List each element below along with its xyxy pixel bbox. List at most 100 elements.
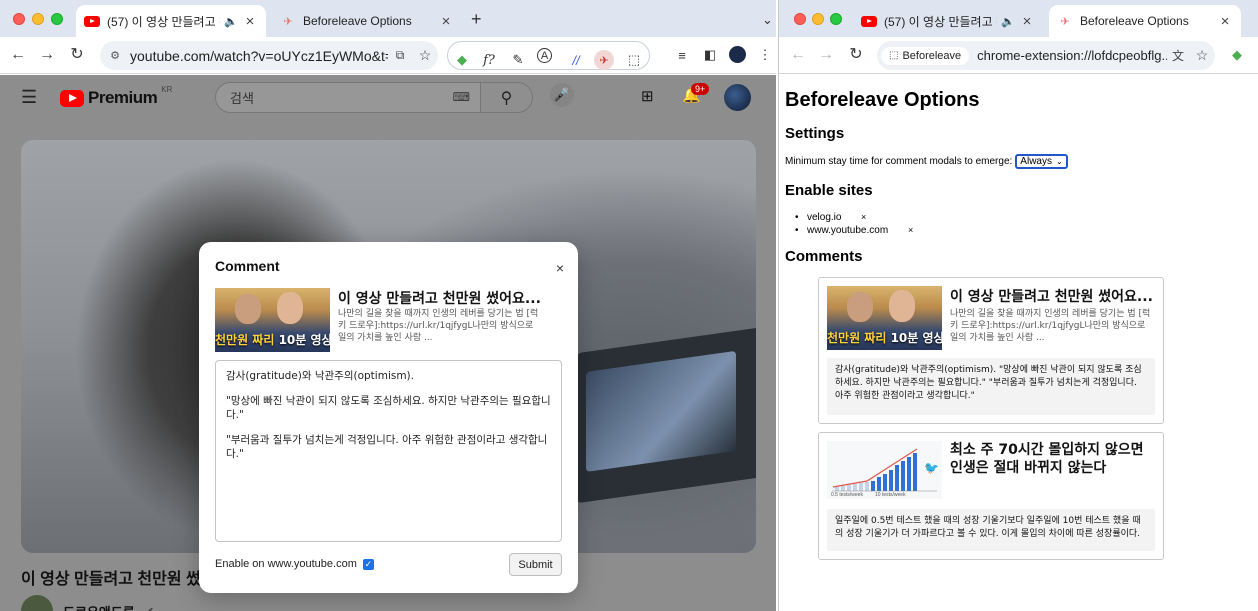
submit-button[interactable]: Submit xyxy=(509,553,562,576)
channel-name[interactable]: 드로우앤드류 xyxy=(63,602,135,611)
comment-card: 0.5 tests/week 10 tests/week 🐦 최소 주 70시간… xyxy=(818,432,1164,560)
minimize-window-button[interactable] xyxy=(812,13,824,25)
card-comment-text: 일주일에 0.5번 테스트 했을 때의 성장 기울기보다 일주일에 10번 테스… xyxy=(827,509,1155,551)
enable-sites-heading: Enable sites xyxy=(785,182,873,199)
modal-close-icon[interactable]: × xyxy=(556,260,564,276)
create-video-icon[interactable]: ⊞ xyxy=(641,87,654,105)
video-thumbnail: 천만원 짜리 10분 영상 xyxy=(827,286,942,350)
minimize-window-button[interactable] xyxy=(32,13,44,25)
youtube-favicon-icon xyxy=(84,13,100,29)
chevron-down-icon: ⌄ xyxy=(1055,157,1063,166)
chart-label-high: 10 tests/week xyxy=(875,492,906,498)
browser-toolbar: ← → ↻ ⬚ Beforeleave chrome-extension://l… xyxy=(779,37,1258,74)
youtube-browser-window: (57) 이 영상 만들려고 천만원 🔈 × ✈ Beforeleave Opt… xyxy=(0,0,776,611)
modal-video-title: 이 영상 만들려고 천만원 썼어요... xyxy=(338,291,541,307)
puzzle-icon: ⬚ xyxy=(889,50,899,61)
modal-title: Comment xyxy=(215,258,280,274)
extension-a-icon[interactable]: ◆ xyxy=(1227,45,1247,65)
remove-site-icon[interactable]: × xyxy=(861,211,866,224)
address-bar[interactable]: ⚙ youtube.com/watch?v=oUYcz1EyWMo&t=718s… xyxy=(100,41,438,70)
tab-search-chevron-icon[interactable]: ⌄ xyxy=(762,12,773,28)
forward-icon[interactable]: → xyxy=(816,45,836,65)
comment-line: 감사(gratitude)와 낙관주의(optimism). xyxy=(226,370,414,382)
speaker-icon[interactable]: 🔈 xyxy=(224,15,238,28)
tab-title: (57) 이 영상 만들려고 천만원 xyxy=(107,14,220,29)
youtube-play-logo-icon xyxy=(60,89,84,107)
close-tab-icon[interactable]: × xyxy=(242,13,258,30)
beforeleave-extension-icon[interactable]: ✈ xyxy=(594,50,614,70)
options-page: Beforeleave Options Settings Minimum sta… xyxy=(779,75,1258,611)
modal-video-description: 나만의 길을 찾을 때까지 인생의 레버를 당기는 법 [럭키 드로우]:htt… xyxy=(338,309,539,343)
side-panel-icon[interactable]: ◧ xyxy=(700,45,720,65)
close-window-button[interactable] xyxy=(13,13,25,25)
channel-avatar[interactable] xyxy=(21,595,53,611)
formula-extension-icon[interactable]: f? xyxy=(479,50,499,70)
enable-site-row: Enable on www.youtube.com ✓ xyxy=(215,558,374,570)
enable-site-checkbox[interactable]: ✓ xyxy=(362,558,374,570)
close-tab-icon[interactable]: × xyxy=(1217,13,1233,30)
back-icon[interactable]: ← xyxy=(788,45,808,65)
site-chip-label: Beforeleave xyxy=(902,49,962,62)
extension-a-icon[interactable]: ◆ xyxy=(452,50,472,70)
zoom-window-button[interactable] xyxy=(830,13,842,25)
tab-beforeleave-options[interactable]: ✈ Beforeleave Options × xyxy=(1049,5,1241,37)
video-thumbnail: 천만원 짜리 10분 영상 xyxy=(215,288,330,352)
youtube-logo[interactable]: Premium KR xyxy=(60,85,172,108)
profile-avatar[interactable] xyxy=(729,46,746,63)
hamburger-menu-icon[interactable]: ☰ xyxy=(21,87,37,108)
close-tab-icon[interactable]: × xyxy=(438,13,454,30)
forward-icon[interactable]: → xyxy=(37,45,57,65)
site-info-icon[interactable]: ⚙ xyxy=(100,49,130,62)
address-bar[interactable]: ⬚ Beforeleave chrome-extension://lofdcpe… xyxy=(877,41,1215,70)
eyedropper-icon[interactable]: ✎ xyxy=(508,50,528,70)
extensions-puzzle-icon[interactable]: ⬚ xyxy=(624,50,644,70)
video-frame-monitor xyxy=(576,326,756,504)
reload-icon[interactable]: ↻ xyxy=(67,45,87,65)
bookmark-star-icon[interactable]: ☆ xyxy=(1189,47,1215,64)
back-icon[interactable]: ← xyxy=(8,45,28,65)
tab-strip: (57) 이 영상 만들려고 천만원 🔈 × ✈ Beforeleave Opt… xyxy=(779,0,1258,37)
browser-menu-icon[interactable]: ⋮ xyxy=(755,45,775,65)
close-window-button[interactable] xyxy=(794,13,806,25)
youtube-search-input[interactable]: 검색 ⌨ xyxy=(215,82,481,113)
voice-search-mic-icon[interactable]: 🎤 xyxy=(550,83,574,107)
site-host: www.youtube.com xyxy=(807,225,889,236)
settings-heading: Settings xyxy=(785,125,845,142)
translate-extension-icon[interactable]: // xyxy=(566,50,586,70)
cast-icon[interactable]: ⧉ xyxy=(388,48,412,63)
reload-icon[interactable]: ↻ xyxy=(846,45,866,65)
tab-youtube[interactable]: (57) 이 영상 만들려고 천만원 🔈 × xyxy=(853,5,1043,37)
options-title: Beforeleave Options xyxy=(785,89,980,111)
translate-icon[interactable]: 文 xyxy=(1167,47,1189,64)
bookmark-star-icon[interactable]: ☆ xyxy=(412,47,438,64)
keyboard-icon[interactable]: ⌨ xyxy=(453,90,470,104)
zoom-window-button[interactable] xyxy=(51,13,63,25)
tab-title: (57) 이 영상 만들려고 천만원 xyxy=(884,14,997,29)
beforeleave-favicon-icon: ✈ xyxy=(283,15,293,28)
site-item: velog.io × xyxy=(795,211,913,224)
account-avatar[interactable] xyxy=(724,84,751,111)
speaker-icon[interactable]: 🔈 xyxy=(1001,15,1015,28)
thumbnail-caption-a: 천만원 짜리 xyxy=(215,333,275,347)
twitter-bird-icon: 🐦 xyxy=(924,461,939,475)
accessibility-extension-icon[interactable]: A xyxy=(537,48,552,63)
comment-line: "망상에 빠진 낙관이 되지 않도록 조심하세요. 하지만 낙관주의는 필요합니… xyxy=(226,395,551,421)
search-icon: ⚲ xyxy=(500,89,513,107)
extension-site-chip[interactable]: ⬚ Beforeleave xyxy=(881,46,970,65)
tab-youtube[interactable]: (57) 이 영상 만들려고 천만원 🔈 × xyxy=(76,5,266,37)
close-tab-icon[interactable]: × xyxy=(1019,13,1035,30)
url-text: youtube.com/watch?v=oUYcz1EyWMo&t=718s xyxy=(130,47,388,64)
search-placeholder: 검색 xyxy=(230,91,254,106)
notification-count-badge: 9+ xyxy=(691,83,710,95)
reading-list-icon[interactable]: ≡ xyxy=(672,45,692,65)
youtube-search-button[interactable]: ⚲ xyxy=(481,82,533,113)
comment-textarea[interactable]: 감사(gratitude)와 낙관주의(optimism). "망상에 빠진 낙… xyxy=(215,360,562,542)
card-video-title: 최소 주 70시간 몰입하지 않으면 인생은 절대 바뀌지 않는다 xyxy=(950,442,1144,476)
new-tab-icon[interactable]: + xyxy=(471,9,482,30)
comment-card: 천만원 짜리 10분 영상 이 영상 만들려고 천만원 썼어요... 나만의 길… xyxy=(818,277,1164,424)
tab-beforeleave-options[interactable]: ✈ Beforeleave Options × xyxy=(272,5,462,37)
tab-strip: (57) 이 영상 만들려고 천만원 🔈 × ✈ Beforeleave Opt… xyxy=(0,0,776,37)
remove-site-icon[interactable]: × xyxy=(908,224,913,237)
premium-logo-text: Premium xyxy=(88,88,158,107)
stay-time-select[interactable]: Always ⌄ xyxy=(1015,154,1068,169)
